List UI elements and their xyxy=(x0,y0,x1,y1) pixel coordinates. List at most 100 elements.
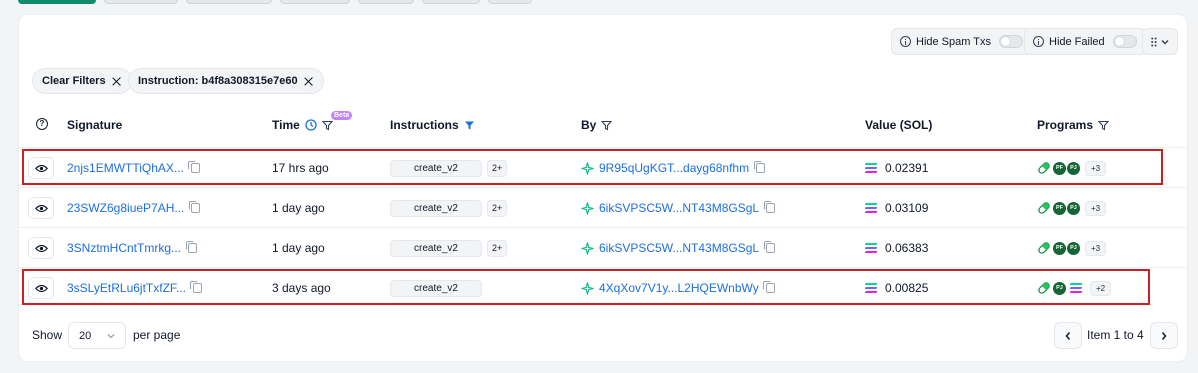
eye-icon xyxy=(34,244,48,252)
tab[interactable] xyxy=(358,0,414,4)
header-time: Time xyxy=(272,118,333,132)
signature-link[interactable]: 3SNztmHCntTmrkg... xyxy=(67,241,181,255)
copy-icon[interactable] xyxy=(188,200,201,213)
value-cell: 0.06383 xyxy=(864,228,928,268)
program-badge[interactable]: PF xyxy=(1053,161,1066,175)
programs-more-badge[interactable]: +3 xyxy=(1085,240,1107,256)
copy-icon[interactable] xyxy=(185,240,198,253)
chevron-down-icon xyxy=(107,333,115,338)
signer-link[interactable]: 4XqXov7V1y...L2HQEWnbWy xyxy=(599,281,759,295)
pill-icon[interactable] xyxy=(1037,281,1051,295)
value-amount: 0.03109 xyxy=(885,201,929,215)
table-row[interactable]: 2njs1EMWTTiQhAX... 17 hrs ago create_v2 2+ 9… xyxy=(19,147,1189,187)
programs-more-badge[interactable]: +3 xyxy=(1085,160,1107,176)
per-page-select[interactable]: 20 xyxy=(68,322,126,349)
program-badge[interactable]: PJ xyxy=(1067,201,1080,215)
pill-icon[interactable] xyxy=(1037,241,1051,255)
programs-more-badge[interactable]: +2 xyxy=(1090,280,1112,296)
chevron-down-icon xyxy=(1161,39,1169,44)
instruction-badge[interactable]: create_v2 xyxy=(390,159,482,177)
instructions-cell: create_v2 2+ xyxy=(390,188,508,228)
value-amount: 0.02391 xyxy=(885,161,929,175)
filter-active-icon[interactable] xyxy=(464,120,475,131)
help-icon[interactable]: ? xyxy=(36,118,48,130)
clear-filters-chip[interactable]: Clear Filters xyxy=(32,68,132,94)
instructions-more-badge[interactable]: 2+ xyxy=(487,159,508,177)
clear-filters-label: Clear Filters xyxy=(42,75,106,87)
sparkle-icon xyxy=(581,201,594,215)
tab[interactable] xyxy=(488,0,532,4)
view-details-button[interactable] xyxy=(28,277,54,299)
help-column[interactable]: ? xyxy=(36,118,48,130)
filter-icon[interactable] xyxy=(321,120,333,131)
view-details-button[interactable] xyxy=(28,157,54,179)
tab[interactable] xyxy=(280,0,350,4)
tab[interactable] xyxy=(104,0,178,4)
program-badge[interactable]: PF xyxy=(1053,201,1066,215)
signer-link[interactable]: 6ikSVPSC5W...NT43M8GSgL xyxy=(599,201,759,215)
signature-cell: 2njs1EMWTTiQhAX... xyxy=(67,148,200,188)
copy-icon[interactable] xyxy=(763,280,775,293)
table-row[interactable]: 3SNztmHCntTmrkg... 1 day ago create_v2 2+ 6i… xyxy=(19,227,1189,267)
hide-failed-switch[interactable] xyxy=(1112,35,1137,48)
view-details-button[interactable] xyxy=(28,197,54,219)
beta-badge: Beta xyxy=(331,111,353,120)
column-settings-button[interactable] xyxy=(1142,28,1178,55)
tab-active[interactable] xyxy=(18,0,96,4)
value-cell: 0.02391 xyxy=(864,148,929,188)
eye-icon xyxy=(34,204,48,212)
hide-failed-toggle[interactable]: Hide Failed xyxy=(1024,28,1146,55)
solana-program-icon[interactable] xyxy=(1069,283,1083,293)
instruction-badge[interactable]: create_v2 xyxy=(390,199,482,217)
signature-link[interactable]: 3sSLyEtRLu6jtTxfZF... xyxy=(67,281,186,295)
copy-icon[interactable] xyxy=(763,240,776,253)
program-badge[interactable]: PF xyxy=(1053,241,1066,255)
time-cell: 3 days ago xyxy=(272,268,331,308)
filter-icon[interactable] xyxy=(601,120,613,131)
signer-link[interactable]: 6ikSVPSC5W...NT43M8GSgL xyxy=(599,241,759,255)
instructions-more-badge[interactable]: 2+ xyxy=(487,199,508,217)
clock-icon[interactable] xyxy=(305,119,317,131)
table-row[interactable]: 23SWZ6g8iueP7AH... 1 day ago create_v2 2+ 6i… xyxy=(19,187,1189,227)
program-badge[interactable]: PJ xyxy=(1053,281,1066,295)
programs-more-badge[interactable]: +3 xyxy=(1085,200,1107,216)
pill-icon[interactable] xyxy=(1037,201,1051,215)
by-cell: 4XqXov7V1y...L2HQEWnbWy xyxy=(581,268,775,308)
instruction-badge[interactable]: create_v2 xyxy=(390,279,482,297)
time-value: 17 hrs ago xyxy=(272,161,329,175)
time-cell: 1 day ago xyxy=(272,188,325,228)
copy-icon[interactable] xyxy=(753,160,766,173)
value-cell: 0.00825 xyxy=(864,268,929,308)
copy-icon[interactable] xyxy=(190,280,202,293)
solana-icon xyxy=(864,163,878,173)
instruction-filter-chip[interactable]: Instruction: b4f8a308315e7e60 xyxy=(128,68,324,94)
signature-link[interactable]: 2njs1EMWTTiQhAX... xyxy=(67,161,184,175)
sparkle-icon xyxy=(581,281,594,295)
value-amount: 0.00825 xyxy=(885,281,929,295)
filter-icon[interactable] xyxy=(1098,120,1110,131)
tab[interactable] xyxy=(186,0,272,4)
tab[interactable] xyxy=(422,0,480,4)
program-badge[interactable]: PJ xyxy=(1067,241,1080,255)
instruction-badge[interactable]: create_v2 xyxy=(390,239,482,257)
copy-icon[interactable] xyxy=(763,200,776,213)
programs-cell: PF PJ +3 xyxy=(1037,188,1107,228)
signer-link[interactable]: 9R95qUgKGT...dayg68nfhm xyxy=(599,161,749,175)
hide-spam-toggle[interactable]: Hide Spam Txs xyxy=(891,28,1032,55)
program-badge[interactable]: PJ xyxy=(1067,161,1080,175)
copy-icon[interactable] xyxy=(188,160,200,173)
close-icon[interactable] xyxy=(304,76,314,86)
time-value: 3 days ago xyxy=(272,281,331,295)
pill-icon[interactable] xyxy=(1037,161,1051,175)
time-value: 1 day ago xyxy=(272,241,325,255)
close-icon[interactable] xyxy=(112,76,122,86)
instructions-more-badge[interactable]: 2+ xyxy=(487,239,508,257)
table-row[interactable]: 3sSLyEtRLu6jtTxfZF... 3 days ago create_v2… xyxy=(19,267,1189,307)
hide-spam-switch[interactable] xyxy=(999,35,1023,48)
view-details-button[interactable] xyxy=(28,237,54,259)
signature-link[interactable]: 23SWZ6g8iueP7AH... xyxy=(67,201,184,215)
signature-cell: 23SWZ6g8iueP7AH... xyxy=(67,188,201,228)
prev-page-button[interactable] xyxy=(1054,322,1082,349)
per-page-value: 20 xyxy=(79,329,92,342)
next-page-button[interactable] xyxy=(1150,322,1178,349)
